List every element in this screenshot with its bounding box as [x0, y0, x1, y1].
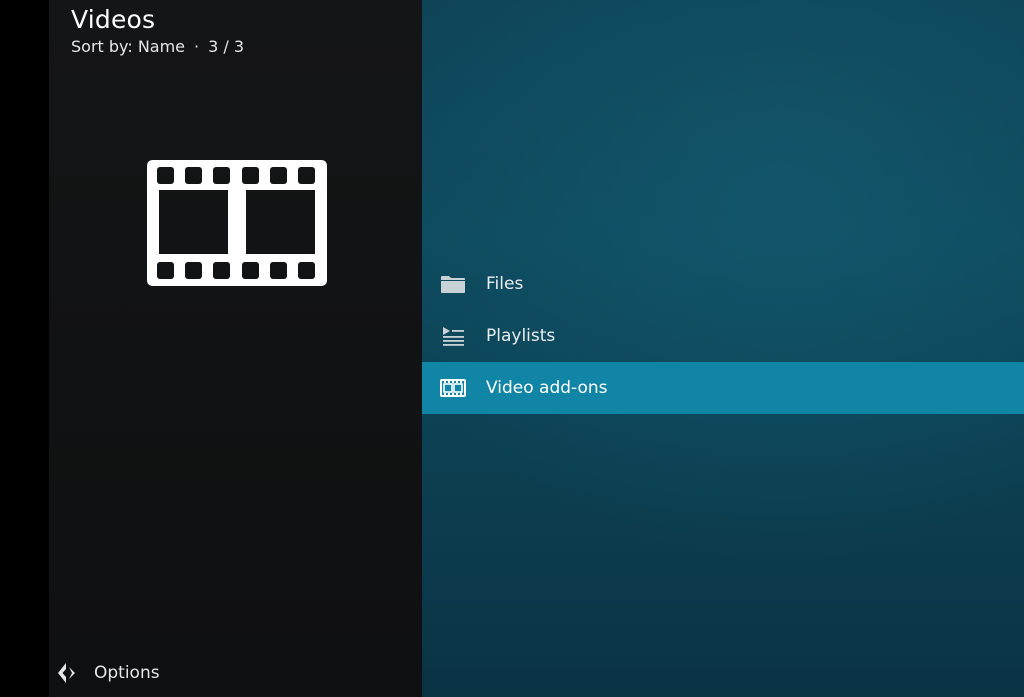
menu-item-label: Playlists	[486, 326, 556, 346]
separator: ·	[194, 37, 200, 56]
info-panel	[49, 0, 422, 697]
menu-item-files[interactable]: Files	[422, 258, 1024, 310]
menu-item-video-addons[interactable]: Video add-ons	[422, 362, 1024, 414]
menu-item-label: Video add-ons	[486, 378, 608, 398]
kodi-screen: Videos Sort by: Name · 3 / 3 Files Playl…	[0, 0, 1024, 697]
main-menu: Files Playlists Video add-ons	[422, 258, 1024, 414]
film-strip-icon	[147, 160, 327, 286]
sort-info: Sort by: Name · 3 / 3	[71, 36, 244, 58]
page-title: Videos	[71, 5, 156, 34]
options-button[interactable]: Options	[56, 658, 160, 688]
sort-label: Sort by: Name	[71, 37, 186, 56]
item-position: 3 / 3	[208, 37, 245, 56]
options-label: Options	[94, 663, 160, 683]
menu-item-label: Files	[486, 274, 524, 294]
film-icon	[440, 379, 466, 397]
playlist-icon	[443, 327, 464, 346]
options-arrows-icon	[58, 663, 75, 683]
folder-icon	[441, 276, 465, 293]
left-edge	[0, 0, 49, 697]
menu-item-playlists[interactable]: Playlists	[422, 310, 1024, 362]
